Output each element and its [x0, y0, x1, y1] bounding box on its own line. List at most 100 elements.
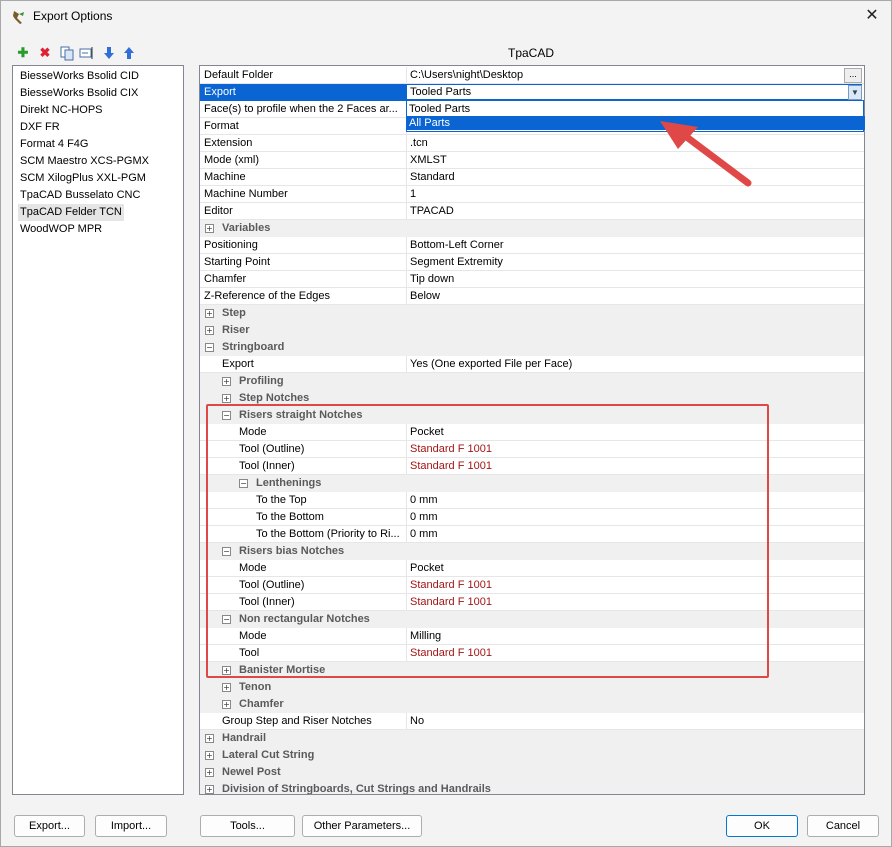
property-value[interactable]: .tcn	[410, 135, 864, 152]
export-combobox[interactable]: Tooled Parts	[406, 84, 862, 100]
property-name: Mode (xml)	[204, 154, 260, 166]
property-name: Default Folder	[204, 69, 274, 81]
property-row[interactable]: Chamfer Tip down	[200, 271, 864, 288]
expand-icon[interactable]: +	[205, 785, 214, 794]
category-row[interactable]: + Riser	[200, 322, 864, 339]
category-row[interactable]: − Stringboard	[200, 339, 864, 356]
list-item[interactable]: BiesseWorks Bsolid CID	[20, 68, 139, 85]
category-row[interactable]: + Newel Post	[200, 764, 864, 781]
property-name: Extension	[204, 137, 253, 149]
property-row[interactable]: Starting Point Segment Extremity	[200, 254, 864, 271]
expand-icon[interactable]: +	[222, 394, 231, 403]
expand-icon[interactable]: +	[205, 326, 214, 335]
category-name: Chamfer	[239, 698, 284, 710]
property-value[interactable]: Standard	[410, 169, 864, 186]
close-icon[interactable]: ✕	[859, 4, 885, 28]
category-name: Division of Stringboards, Cut Strings an…	[222, 783, 491, 795]
property-row[interactable]: Default Folder C:\Users\night\Desktop ..…	[200, 67, 864, 84]
expand-icon[interactable]: +	[205, 224, 214, 233]
app-icon	[13, 11, 24, 24]
move-up-icon[interactable]	[121, 45, 137, 61]
property-row[interactable]: Positioning Bottom-Left Corner	[200, 237, 864, 254]
list-item[interactable]: Direkt NC-HOPS	[20, 102, 103, 119]
property-value[interactable]: Segment Extremity	[410, 254, 864, 271]
category-name: Riser	[222, 324, 250, 336]
property-name: Positioning	[204, 239, 258, 251]
window-title: Export Options	[33, 9, 113, 23]
browse-button[interactable]: ...	[844, 68, 862, 83]
rename-icon[interactable]	[79, 45, 95, 61]
property-value[interactable]: Yes (One exported File per Face)	[410, 356, 864, 373]
category-row[interactable]: + Tenon	[200, 679, 864, 696]
property-name: Z-Reference of the Edges	[204, 290, 330, 302]
property-row[interactable]: Z-Reference of the Edges Below	[200, 288, 864, 305]
expand-icon[interactable]: +	[205, 309, 214, 318]
list-item[interactable]: Format 4 F4G	[20, 136, 88, 153]
property-name: Starting Point	[204, 256, 271, 268]
category-name: Variables	[222, 222, 271, 234]
panel-title: TpaCAD	[507, 46, 554, 60]
import-button[interactable]: Import...	[95, 815, 167, 837]
category-row[interactable]: + Variables	[200, 220, 864, 237]
property-row-export[interactable]: Export Tooled Parts ▼	[200, 84, 864, 101]
property-name: Machine Number	[204, 188, 288, 200]
property-value[interactable]: TPACAD	[410, 203, 864, 220]
cancel-button[interactable]: Cancel	[807, 815, 879, 837]
annotation-arrow-icon	[660, 121, 752, 187]
category-row[interactable]: + Chamfer	[200, 696, 864, 713]
add-icon[interactable]: ✚	[15, 45, 31, 61]
category-row[interactable]: + Profiling	[200, 373, 864, 390]
chevron-down-icon[interactable]: ▼	[848, 85, 862, 100]
delete-icon[interactable]: ✖	[37, 45, 53, 61]
category-name: Tenon	[239, 681, 272, 693]
property-name: Group Step and Riser Notches	[222, 715, 372, 727]
property-name: Format	[204, 120, 239, 132]
list-item[interactable]: DXF FR	[20, 119, 60, 136]
export-dropdown-list[interactable]: Tooled Parts All Parts	[406, 100, 865, 132]
category-name: Handrail	[222, 732, 267, 744]
annotation-highlight-box	[206, 404, 769, 678]
property-value[interactable]: 1	[410, 186, 864, 203]
list-item[interactable]: SCM XilogPlus XXL-PGM	[20, 170, 146, 187]
category-name: Lateral Cut String	[222, 749, 315, 761]
list-item-selected[interactable]: TpaCAD Felder TCN	[18, 204, 124, 221]
expand-icon[interactable]: +	[222, 683, 231, 692]
list-item[interactable]: WoodWOP MPR	[20, 221, 102, 238]
property-value[interactable]: XMLST	[410, 152, 864, 169]
expand-icon[interactable]: +	[205, 751, 214, 760]
property-row[interactable]: Group Step and Riser Notches No	[200, 713, 864, 730]
copy-icon[interactable]	[59, 45, 75, 61]
title-bar: Export Options ✕	[1, 1, 891, 33]
expand-icon[interactable]: +	[205, 768, 214, 777]
list-item[interactable]: TpaCAD Busselato CNC	[20, 187, 140, 204]
category-name: Newel Post	[222, 766, 281, 778]
property-name: Face(s) to profile when the 2 Faces ar..…	[204, 103, 398, 115]
property-row[interactable]: Export Yes (One exported File per Face)	[200, 356, 864, 373]
tools-button[interactable]: Tools...	[200, 815, 295, 837]
dropdown-option[interactable]: Tooled Parts	[407, 102, 865, 116]
expand-icon[interactable]: +	[222, 377, 231, 386]
property-row[interactable]: Editor TPACAD	[200, 203, 864, 220]
property-value[interactable]: C:\Users\night\Desktop	[410, 67, 864, 84]
property-value[interactable]: Below	[410, 288, 864, 305]
export-options-dialog: Export Options ✕ ✚ ✖ TpaCAD BiesseWorks …	[0, 0, 892, 847]
category-row[interactable]: + Division of Stringboards, Cut Strings …	[200, 781, 864, 795]
move-down-icon[interactable]	[101, 45, 117, 61]
property-value[interactable]: Tip down	[410, 271, 864, 288]
list-item[interactable]: SCM Maestro XCS-PGMX	[20, 153, 149, 170]
collapse-icon[interactable]: −	[205, 343, 214, 352]
property-value[interactable]: No	[410, 713, 864, 730]
other-parameters-button[interactable]: Other Parameters...	[302, 815, 422, 837]
list-item[interactable]: BiesseWorks Bsolid CIX	[20, 85, 138, 102]
category-row[interactable]: + Step	[200, 305, 864, 322]
property-name: Machine	[204, 171, 246, 183]
expand-icon[interactable]: +	[222, 700, 231, 709]
ok-button[interactable]: OK	[726, 815, 798, 837]
format-list[interactable]: BiesseWorks Bsolid CID BiesseWorks Bsoli…	[12, 65, 184, 795]
category-row[interactable]: + Lateral Cut String	[200, 747, 864, 764]
category-row[interactable]: + Handrail	[200, 730, 864, 747]
dropdown-option-highlighted[interactable]: All Parts	[407, 116, 865, 130]
property-value[interactable]: Bottom-Left Corner	[410, 237, 864, 254]
expand-icon[interactable]: +	[205, 734, 214, 743]
export-button[interactable]: Export...	[14, 815, 85, 837]
